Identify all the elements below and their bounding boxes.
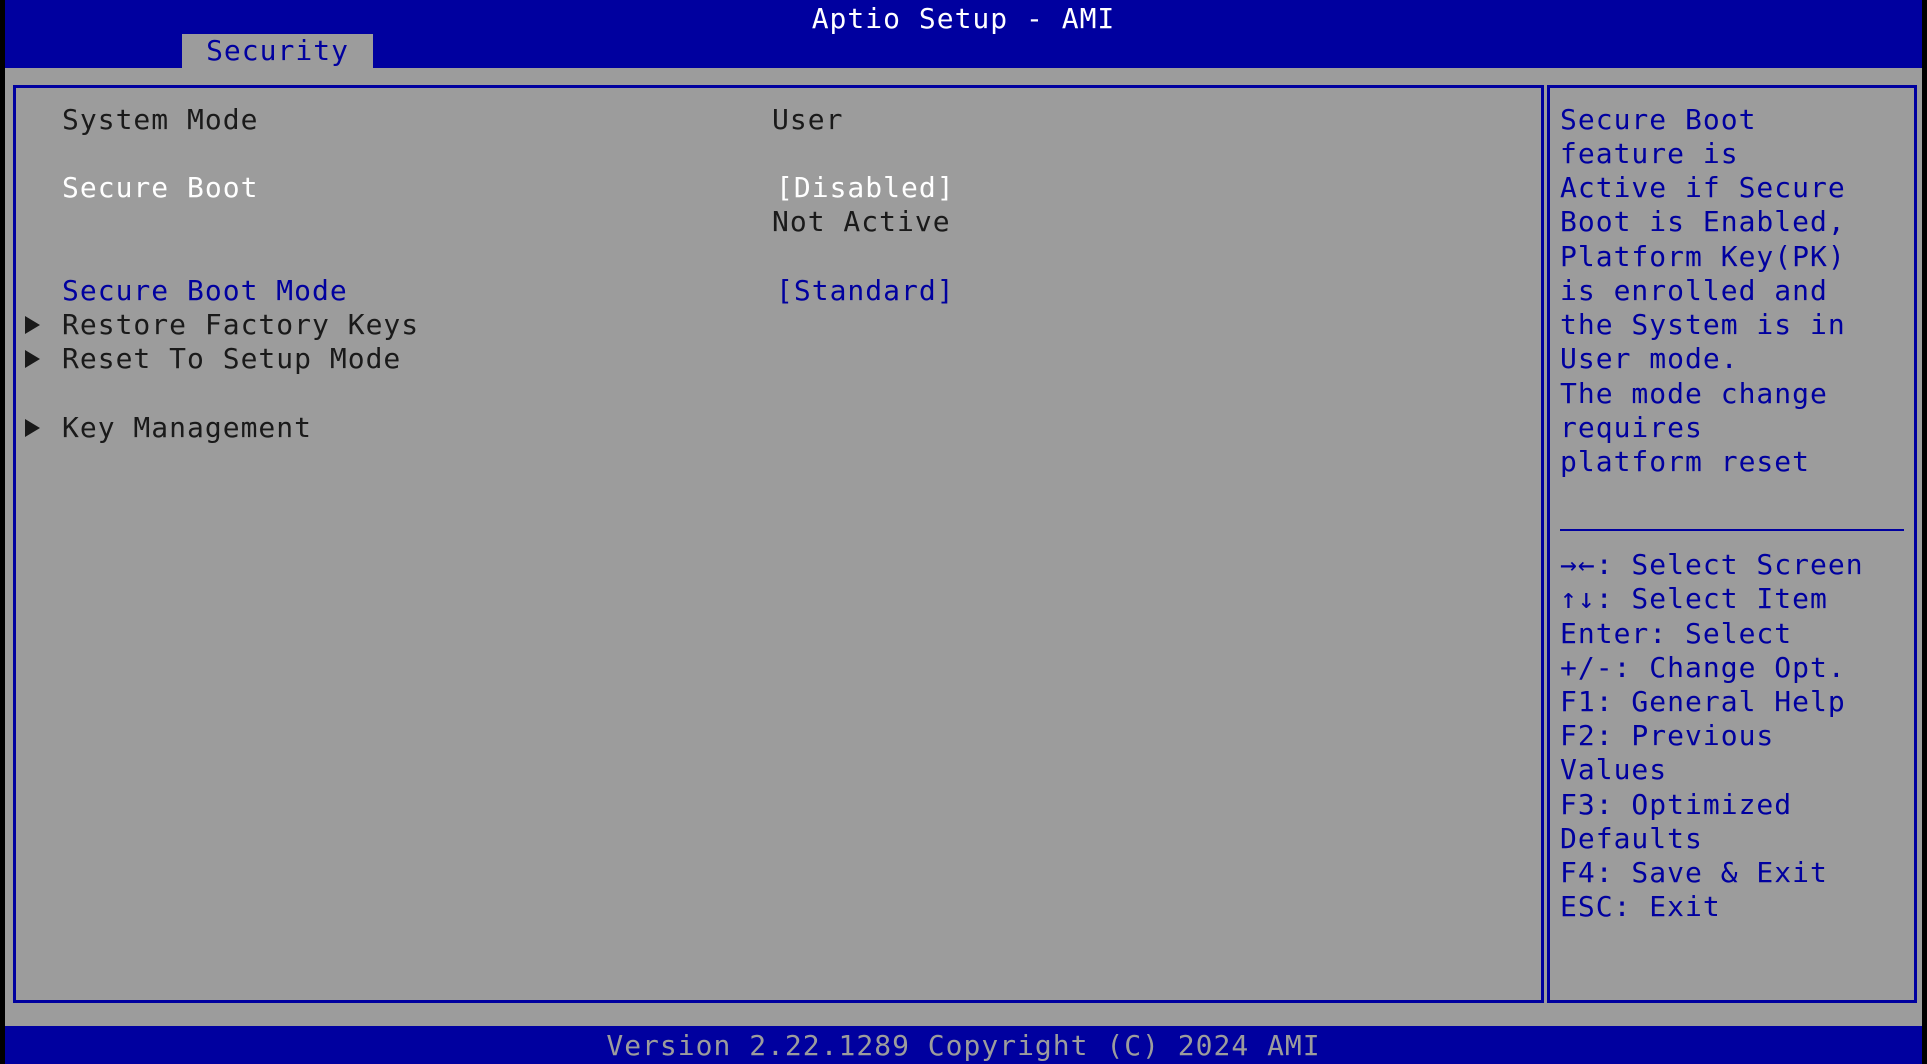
help-divider: [1560, 529, 1904, 531]
right-triangle-icon: [22, 411, 42, 445]
system-mode-value: User: [772, 103, 844, 136]
help-text-line: Platform Key(PK): [1560, 240, 1846, 273]
restore-factory-keys-item[interactable]: Restore Factory Keys: [62, 308, 419, 342]
key-legend-line: F3: Optimized: [1560, 788, 1793, 821]
key-management-item[interactable]: Key Management: [62, 411, 312, 445]
help-text-line: the System is in: [1560, 308, 1846, 341]
key-legend-line: →←: Select Screen: [1560, 548, 1864, 581]
right-triangle-icon: [22, 342, 42, 376]
top-bar: Aptio Setup - AMI Security: [5, 0, 1922, 68]
secure-boot-option[interactable]: Secure Boot: [62, 171, 258, 205]
secure-boot-value[interactable]: [Disabled]: [776, 171, 955, 205]
app-title: Aptio Setup - AMI: [811, 2, 1116, 35]
system-mode-label: System Mode: [62, 103, 259, 136]
key-legend-line: ↑↓: Select Item: [1560, 582, 1828, 615]
help-text-line: requires: [1560, 411, 1703, 444]
reset-to-setup-mode-item[interactable]: Reset To Setup Mode: [62, 342, 401, 376]
key-legend-line: ESC: Exit: [1560, 890, 1721, 923]
key-legend-line: F1: General Help: [1560, 685, 1846, 718]
key-legend-line: Defaults: [1560, 822, 1703, 855]
help-text-line: feature is: [1560, 137, 1739, 170]
tab-security[interactable]: Security: [182, 34, 373, 68]
help-text-line: is enrolled and: [1560, 274, 1828, 307]
secure-boot-status: Not Active: [772, 205, 951, 238]
help-text-line: Active if Secure: [1560, 171, 1846, 204]
key-legend-line: +/-: Change Opt.: [1560, 651, 1846, 684]
key-legend-line: Values: [1560, 753, 1668, 786]
version-footer: Version 2.22.1289 Copyright (C) 2024 AMI: [5, 1026, 1922, 1064]
help-text-line: Boot is Enabled,: [1560, 205, 1846, 238]
right-triangle-icon: [22, 308, 42, 342]
key-legend-line: Enter: Select: [1560, 617, 1793, 650]
secure-boot-mode-option[interactable]: Secure Boot Mode: [62, 274, 348, 308]
help-text-line: Secure Boot: [1560, 103, 1757, 136]
bios-screen: Aptio Setup - AMI Security System Mode U…: [0, 0, 1927, 1064]
secure-boot-mode-value[interactable]: [Standard]: [776, 274, 955, 308]
help-text-line: User mode.: [1560, 342, 1739, 375]
help-text-line: platform reset: [1560, 445, 1811, 478]
key-legend-line: F2: Previous: [1560, 719, 1775, 752]
key-legend-line: F4: Save & Exit: [1560, 856, 1828, 889]
help-text-line: The mode change: [1560, 377, 1828, 410]
